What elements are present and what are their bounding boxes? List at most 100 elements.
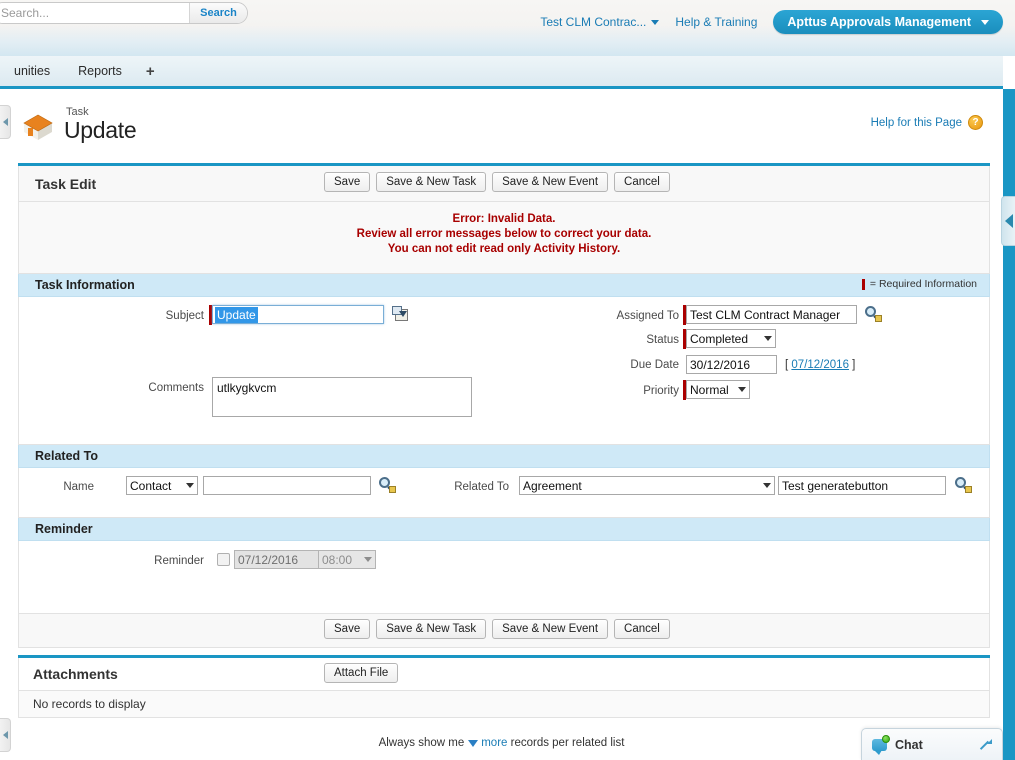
task-information-title: Task Information <box>35 278 135 292</box>
subject-label: Subject <box>99 310 204 322</box>
reminder-body: Reminder 07/12/2016 08:00 <box>18 541 990 614</box>
sidebar-collapse-toggle-top[interactable] <box>0 105 11 139</box>
task-edit-header: Task Edit Save Save & New Task Save & Ne… <box>18 166 990 202</box>
chat-label: Chat <box>895 738 980 752</box>
reminder-time-select[interactable]: 08:00 <box>318 550 376 569</box>
right-panel-expand-toggle[interactable] <box>1001 196 1015 246</box>
search-input[interactable] <box>0 3 189 23</box>
save-new-task-button-bottom[interactable]: Save & New Task <box>376 619 486 639</box>
global-header: Search Test CLM Contrac... Help & Traini… <box>0 0 1015 56</box>
assigned-to-label: Assigned To <box>539 310 679 322</box>
chevron-down-icon <box>981 20 989 25</box>
error-line-3: You can not edit read only Activity Hist… <box>19 242 989 257</box>
name-lookup-input[interactable] <box>203 476 371 495</box>
task-edit-bottom-buttons: Save Save & New Task Save & New Event Ca… <box>324 619 670 639</box>
save-new-event-button-top[interactable]: Save & New Event <box>492 172 608 192</box>
attach-file-button[interactable]: Attach File <box>324 663 398 683</box>
name-type-select[interactable]: Contact <box>126 476 198 495</box>
subject-input[interactable]: Update <box>212 305 384 324</box>
task-edit-panel: Task Edit Save Save & New Task Save & Ne… <box>18 163 990 648</box>
related-to-field-label: Related To <box>409 481 509 493</box>
right-rail <box>1003 89 1015 760</box>
comments-textarea[interactable] <box>212 377 472 417</box>
attachments-button-wrap: Attach File <box>324 663 398 683</box>
tab-opportunities[interactable]: unities <box>0 55 64 88</box>
attachments-empty-text: No records to display <box>33 697 146 711</box>
help-for-this-page-link[interactable]: Help for this Page ? <box>871 115 983 130</box>
reminder-date-value: 07/12/2016 <box>238 553 298 567</box>
name-label: Name <box>39 481 94 493</box>
chevron-down-icon <box>764 336 772 341</box>
help-training-link[interactable]: Help & Training <box>675 15 757 29</box>
save-new-event-button-bottom[interactable]: Save & New Event <box>492 619 608 639</box>
pick-from-list-icon[interactable] <box>392 306 409 322</box>
user-menu[interactable]: Test CLM Contrac... <box>540 15 659 29</box>
save-button-top[interactable]: Save <box>324 172 370 192</box>
status-label: Status <box>539 334 679 346</box>
chevron-left-icon <box>1005 214 1013 228</box>
priority-value: Normal <box>690 383 729 397</box>
task-information-body: Subject Update Comments Assigned To Test… <box>18 297 990 445</box>
reminder-date-input[interactable]: 07/12/2016 <box>234 550 327 569</box>
bracket-close: ] <box>852 359 855 371</box>
expand-arrow-icon[interactable] <box>980 739 992 751</box>
app-menu-label: Apttus Approvals Management <box>787 15 971 29</box>
required-info-label: = Required Information <box>870 278 977 290</box>
always-suffix-label: records per related list <box>511 737 625 749</box>
global-search: Search <box>0 2 248 24</box>
subject-input-value: Update <box>215 307 258 323</box>
chat-right-rail <box>1003 728 1015 760</box>
always-prefix-label: Always show me <box>379 737 465 749</box>
status-select[interactable]: Completed <box>686 329 776 348</box>
app-menu[interactable]: Apttus Approvals Management <box>773 10 1003 34</box>
salesforce-task-edit-page: Search Test CLM Contrac... Help & Traini… <box>0 0 1015 760</box>
reminder-time-value: 08:00 <box>322 553 352 567</box>
save-button-bottom[interactable]: Save <box>324 619 370 639</box>
chat-bubble-icon <box>872 739 887 751</box>
tab-reports[interactable]: Reports <box>64 55 136 88</box>
attachments-title: Attachments <box>33 666 118 682</box>
attachments-list: No records to display <box>18 691 990 718</box>
related-to-title: Related To <box>35 449 98 463</box>
tab-add-icon[interactable]: + <box>136 55 165 88</box>
task-edit-top-buttons: Save Save & New Task Save & New Event Ca… <box>324 172 670 192</box>
reminder-checkbox[interactable] <box>217 553 230 566</box>
due-date-today-link[interactable]: 07/12/2016 <box>791 359 849 371</box>
cancel-button-bottom[interactable]: Cancel <box>614 619 670 639</box>
reminder-title: Reminder <box>35 522 93 536</box>
question-mark-icon: ? <box>968 115 983 130</box>
chevron-down-icon <box>364 557 372 562</box>
related-to-type-select[interactable]: Agreement <box>519 476 775 495</box>
online-status-dot-icon <box>882 735 890 743</box>
name-lookup-icon[interactable] <box>379 477 396 493</box>
related-to-section-header: Related To <box>18 445 990 468</box>
tabbar-right-filler <box>1003 56 1015 89</box>
nav-tab-bar: unities Reports + <box>0 56 1003 89</box>
related-to-lookup-icon[interactable] <box>955 477 972 493</box>
related-to-lookup-input[interactable] <box>778 476 946 495</box>
chevron-down-icon <box>738 387 746 392</box>
chevron-down-icon <box>763 483 771 488</box>
chevron-down-icon <box>651 20 659 25</box>
attachments-panel: Attachments Attach File No records to di… <box>18 655 990 718</box>
always-show-me-row: Always show me more records per related l… <box>0 737 1003 749</box>
required-info-legend: = Required Information <box>862 278 977 290</box>
chevron-down-icon <box>186 483 194 488</box>
assigned-to-input[interactable]: Test CLM Contract Manager <box>686 305 857 324</box>
page-title: Update <box>64 119 136 142</box>
due-date-today-wrap: [ 07/12/2016 ] <box>785 359 855 371</box>
priority-select[interactable]: Normal <box>686 380 750 399</box>
user-menu-label: Test CLM Contrac... <box>540 15 646 29</box>
search-button[interactable]: Search <box>189 3 247 23</box>
cancel-button-top[interactable]: Cancel <box>614 172 670 192</box>
due-date-input[interactable] <box>686 355 777 374</box>
chat-widget[interactable]: Chat <box>861 728 1003 760</box>
assigned-to-lookup-icon[interactable] <box>865 306 882 322</box>
due-date-label: Due Date <box>539 359 679 371</box>
related-to-type-value: Agreement <box>523 479 582 493</box>
save-new-task-button-top[interactable]: Save & New Task <box>376 172 486 192</box>
comments-label: Comments <box>99 382 204 394</box>
help-link-label: Help for this Page <box>871 117 962 129</box>
priority-label: Priority <box>539 385 679 397</box>
more-records-link[interactable]: more <box>481 737 507 749</box>
